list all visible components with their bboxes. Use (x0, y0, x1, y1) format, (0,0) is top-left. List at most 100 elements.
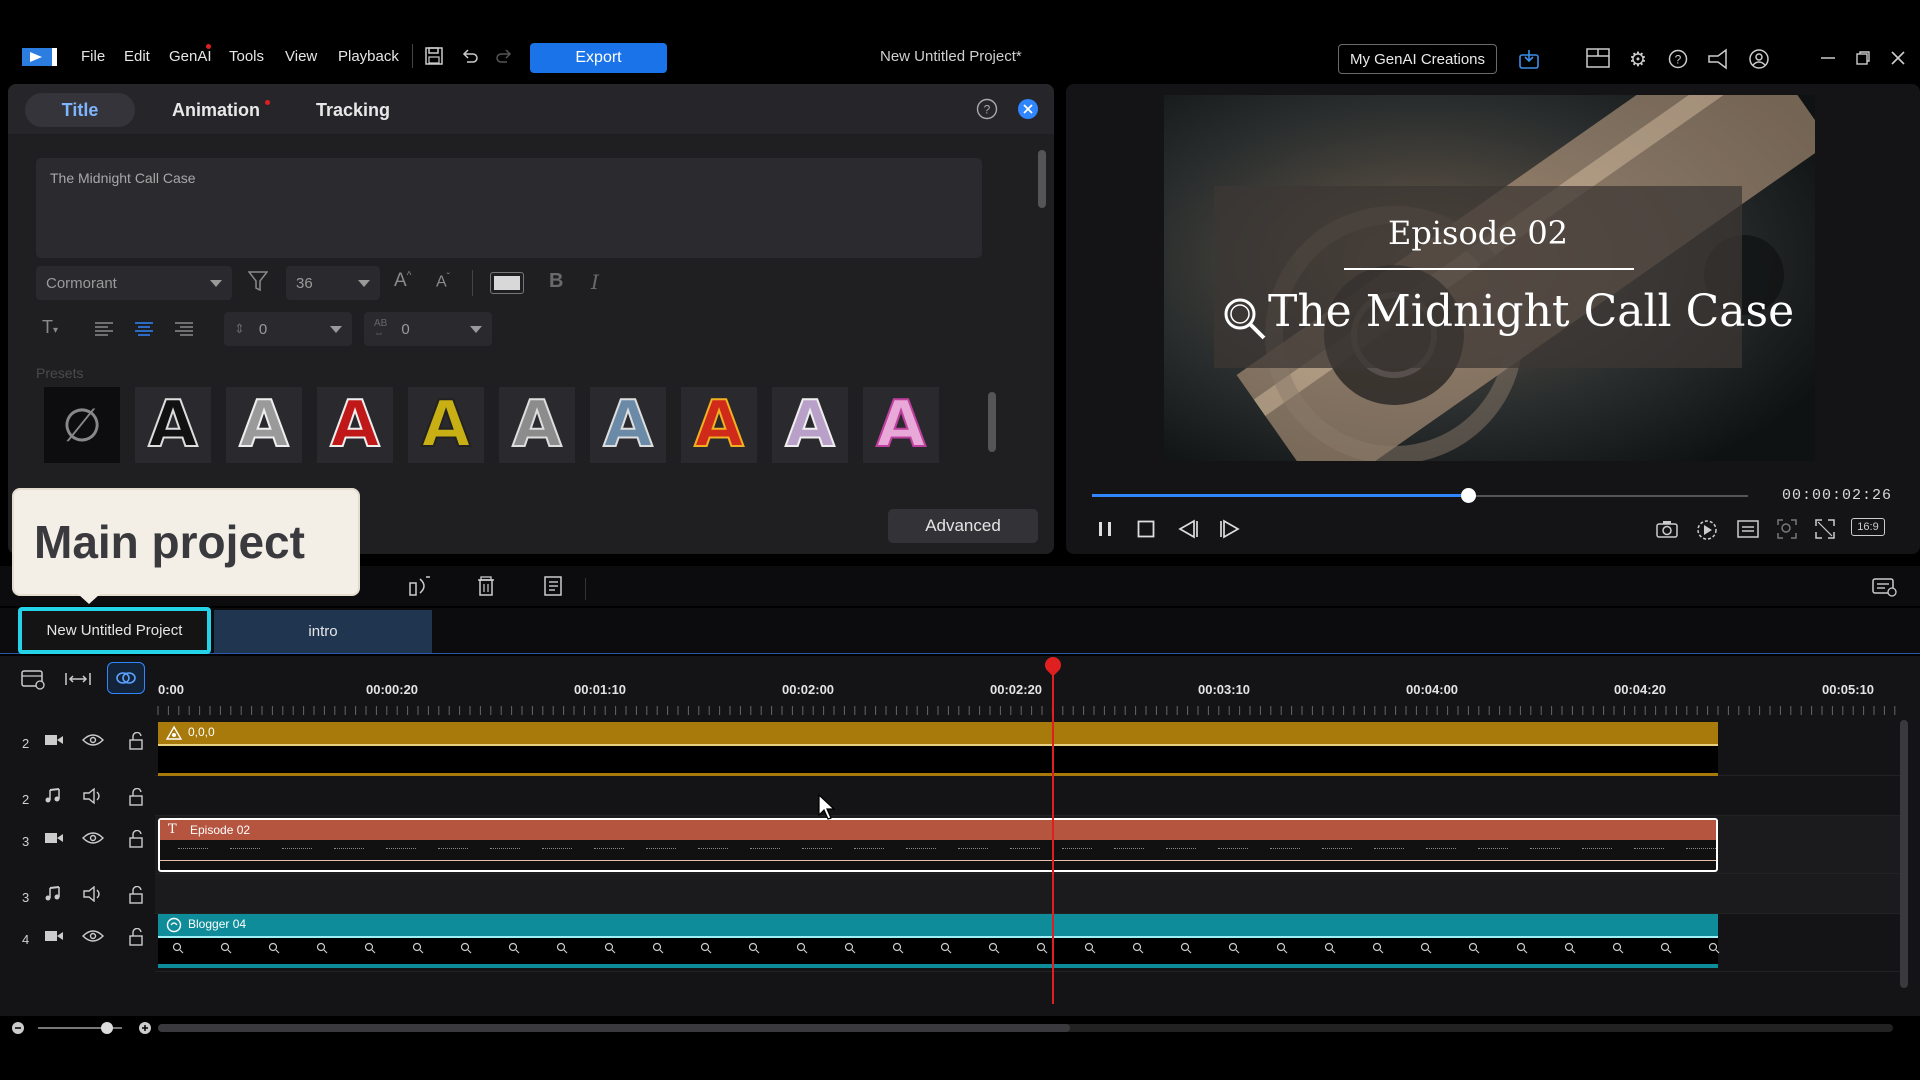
zoom-out-icon[interactable] (10, 1020, 26, 1036)
track-video-icon[interactable] (44, 928, 64, 944)
project-tab-intro[interactable]: intro (214, 610, 432, 653)
preset-none[interactable]: ∅ (44, 387, 120, 463)
menu-view[interactable]: View (285, 48, 317, 65)
tab-tracking[interactable]: Tracking (298, 93, 408, 127)
align-right-icon[interactable] (174, 320, 194, 338)
fit-timeline-icon[interactable] (62, 666, 94, 692)
fullscreen-icon[interactable] (1813, 518, 1837, 540)
bold-icon[interactable]: B (549, 270, 563, 293)
link-magnetic-icon[interactable] (107, 662, 145, 694)
align-center-icon[interactable] (134, 320, 154, 338)
track-video-icon[interactable] (44, 830, 64, 846)
help-icon[interactable]: ? (976, 98, 998, 120)
panel-scrollbar[interactable] (1038, 150, 1046, 208)
close-panel-icon[interactable] (1017, 98, 1039, 120)
preset-red-white[interactable]: A (317, 387, 393, 463)
presets-scrollbar[interactable] (988, 392, 996, 452)
menu-tools[interactable]: Tools (229, 48, 264, 65)
zoom-slider-knob[interactable] (101, 1022, 113, 1034)
menu-edit[interactable]: Edit (124, 48, 150, 65)
close-window-icon[interactable] (1888, 48, 1908, 68)
track-lock-icon[interactable] (128, 928, 144, 946)
track-visibility-eye-icon[interactable] (82, 928, 104, 944)
minimize-icon[interactable] (1818, 48, 1838, 68)
timeline-clip-sticker[interactable]: Blogger 04 (158, 914, 1720, 968)
settings-gear-icon[interactable]: ⚙ (1627, 48, 1649, 71)
audio-mix-icon[interactable] (407, 574, 433, 598)
pause-icon[interactable] (1094, 518, 1116, 540)
preset-pink[interactable]: A (863, 387, 939, 463)
increase-font-icon[interactable]: A^ (394, 270, 411, 292)
stop-icon[interactable] (1135, 518, 1157, 540)
toolbar-customize-icon[interactable] (1870, 574, 1898, 598)
tab-animation[interactable]: Animation (156, 93, 276, 127)
playback-scrubber-knob[interactable] (1461, 488, 1476, 503)
track-lock-icon[interactable] (128, 788, 144, 806)
zoom-in-icon[interactable] (137, 1020, 153, 1036)
feedback-megaphone-icon[interactable] (1706, 48, 1730, 70)
preset-steel-blue[interactable]: A (590, 387, 666, 463)
char-spacing-dropdown[interactable]: AB ⇔ 0 (364, 312, 492, 346)
subtitles-icon[interactable] (1736, 518, 1760, 540)
track-visibility-eye-icon[interactable] (82, 830, 104, 846)
preset-gold[interactable]: A (408, 387, 484, 463)
align-left-icon[interactable] (94, 320, 114, 338)
playhead-line[interactable] (1052, 660, 1054, 1004)
advanced-button[interactable]: Advanced (888, 509, 1038, 543)
redo-icon[interactable] (494, 46, 514, 66)
preview-quality-icon[interactable] (1695, 518, 1719, 542)
track-lock-icon[interactable] (128, 886, 144, 904)
snapshot-camera-icon[interactable] (1655, 518, 1679, 540)
delete-trash-icon[interactable] (474, 574, 498, 598)
previous-frame-icon[interactable] (1176, 518, 1200, 540)
title-thumbnail (594, 848, 624, 852)
menu-genai[interactable]: GenAI (169, 48, 212, 65)
track-lock-icon[interactable] (128, 732, 144, 750)
decrease-font-icon[interactable]: Aˇ (436, 272, 450, 291)
episode-overlay-text[interactable]: Episode 02 (1214, 214, 1742, 252)
account-icon[interactable] (1748, 48, 1770, 70)
track-music-icon[interactable] (44, 788, 62, 804)
preset-silver[interactable]: A (226, 387, 302, 463)
layout-icon[interactable] (1586, 48, 1610, 68)
next-frame-icon[interactable] (1218, 518, 1242, 540)
track-music-icon[interactable] (44, 886, 62, 902)
track-manager-icon[interactable] (18, 666, 48, 692)
track-lock-icon[interactable] (128, 830, 144, 848)
details-list-icon[interactable] (540, 574, 566, 598)
font-filter-icon[interactable] (248, 270, 268, 292)
save-icon[interactable] (424, 46, 444, 66)
menu-playback[interactable]: Playback (338, 48, 399, 65)
timeline-vertical-scrollbar[interactable] (1900, 720, 1908, 988)
tab-title[interactable]: Title (25, 93, 135, 127)
font-size-dropdown[interactable]: 36 (286, 266, 380, 300)
undo-icon[interactable] (460, 46, 480, 66)
track-volume-icon[interactable] (82, 788, 104, 804)
italic-icon[interactable]: I (591, 270, 599, 294)
title-text-input[interactable]: The Midnight Call Case (36, 158, 982, 258)
font-family-dropdown[interactable]: Cormorant (36, 266, 232, 300)
help-icon[interactable]: ? (1667, 48, 1689, 70)
text-direction-icon[interactable]: T▾ (42, 317, 58, 338)
preset-gray[interactable]: A (499, 387, 575, 463)
my-genai-creations-button[interactable]: My GenAI Creations (1338, 44, 1497, 74)
font-color-swatch[interactable] (490, 272, 524, 294)
menu-file[interactable]: File (81, 48, 105, 65)
track-visibility-eye-icon[interactable] (82, 732, 104, 748)
download-robot-icon[interactable] (1518, 48, 1540, 70)
preset-outline-white[interactable]: A (135, 387, 211, 463)
zoom-preview-icon[interactable] (1775, 518, 1799, 540)
preset-red-gold[interactable]: A (681, 387, 757, 463)
project-tab-main[interactable]: New Untitled Project (18, 607, 211, 654)
main-title-overlay-text[interactable]: The Midnight Call Case (1268, 286, 1794, 337)
aspect-ratio-button[interactable]: 16:9 (1851, 518, 1885, 536)
restore-icon[interactable] (1853, 48, 1873, 68)
track-volume-icon[interactable] (82, 886, 104, 902)
track-video-icon[interactable] (44, 732, 64, 748)
preset-lavender[interactable]: A (772, 387, 848, 463)
timeline-clip-effect[interactable]: 0,0,0 (158, 722, 1718, 776)
timeline-clip-title[interactable]: T Episode 02 (158, 818, 1718, 872)
timeline-horizontal-scrollbar[interactable] (158, 1024, 1070, 1032)
export-button[interactable]: Export (530, 43, 667, 73)
line-spacing-dropdown[interactable]: ⇕ 0 (224, 312, 352, 346)
